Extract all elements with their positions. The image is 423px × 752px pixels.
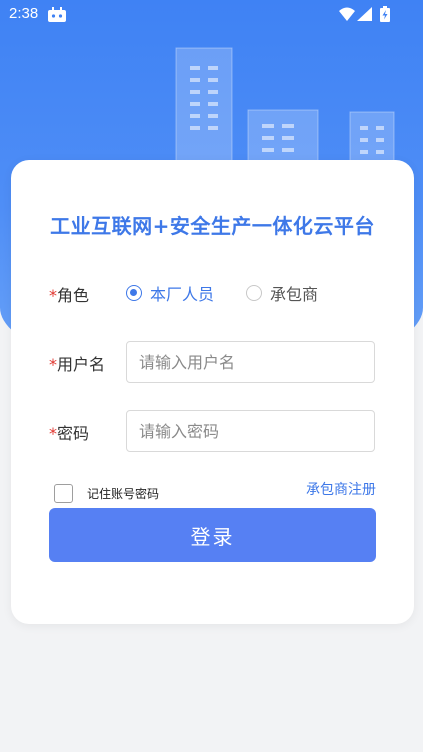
status-time: 2:38 [9, 5, 39, 22]
wifi-icon [339, 7, 355, 25]
login-card: 工业互联网+安全生产一体化云平台 *角色 本厂人员 承包商 *用户名 *密码 记… [11, 160, 414, 624]
role-option-label: 承包商 [270, 285, 319, 304]
required-mark: * [49, 424, 57, 443]
remember-checkbox[interactable] [54, 484, 73, 503]
android-robot-icon [47, 6, 67, 27]
role-option-label: 本厂人员 [150, 285, 215, 304]
status-bar: 2:38 [0, 0, 423, 30]
login-button[interactable]: 登录 [49, 508, 376, 562]
role-option-contractor[interactable]: 承包商 [246, 281, 318, 305]
cell-signal-icon [357, 7, 372, 25]
contractor-register-link[interactable]: 承包商注册 [306, 479, 376, 499]
password-label-text: 密码 [57, 424, 90, 443]
role-option-staff[interactable]: 本厂人员 [126, 281, 214, 305]
radio-unchecked-icon[interactable] [246, 285, 262, 301]
required-mark: * [49, 286, 57, 305]
radio-checked-icon[interactable] [126, 285, 142, 301]
required-mark: * [49, 355, 57, 374]
username-input[interactable] [126, 341, 375, 383]
remember-label: 记住账号密码 [87, 487, 160, 501]
password-label: *密码 [49, 420, 89, 444]
password-input[interactable] [126, 410, 375, 452]
battery-charging-icon [380, 6, 390, 26]
username-label-text: 用户名 [57, 355, 106, 374]
role-label-text: 角色 [57, 286, 90, 305]
page-title: 工业互联网+安全生产一体化云平台 [50, 214, 375, 238]
role-label: *角色 [49, 282, 89, 306]
username-label: *用户名 [49, 351, 105, 375]
